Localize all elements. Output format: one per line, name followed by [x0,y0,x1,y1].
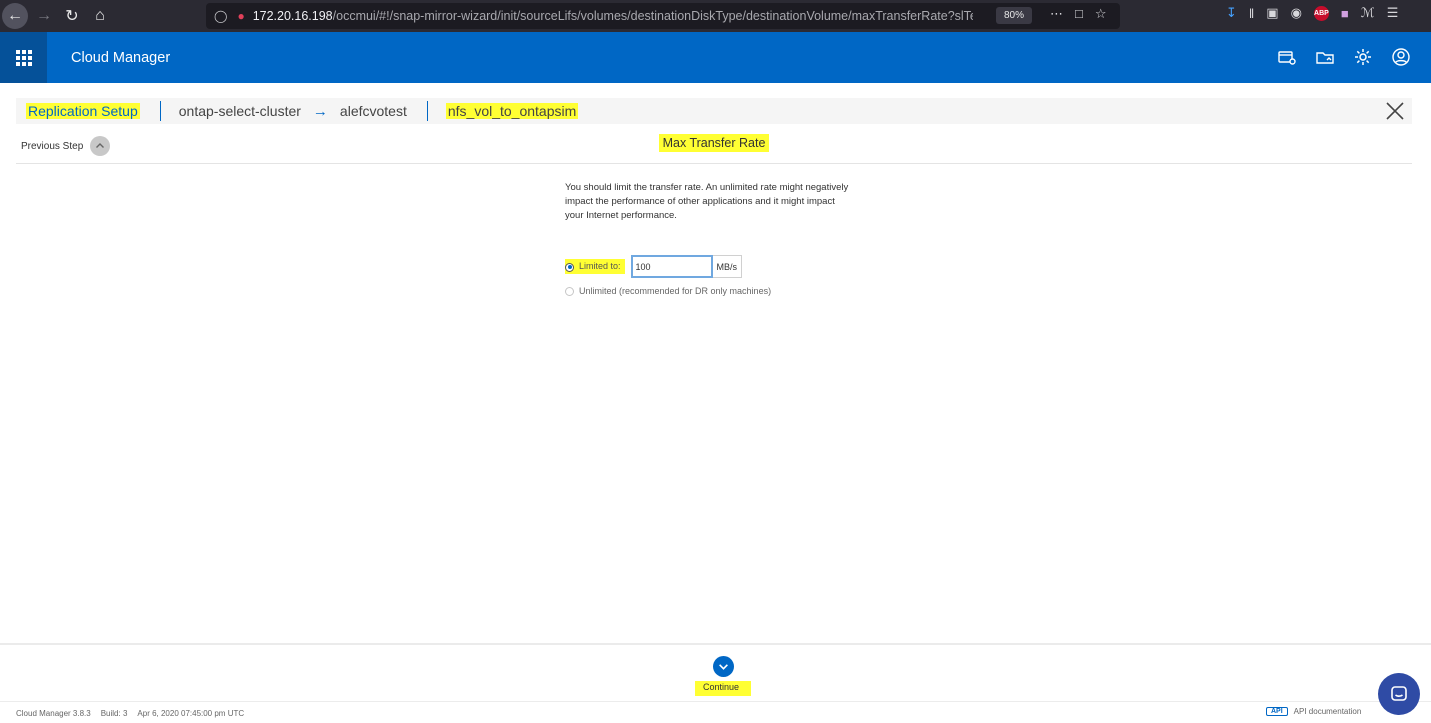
adblock-icon[interactable]: ABP [1313,5,1329,21]
home-button[interactable]: ⌂ [86,0,114,32]
continue-button[interactable]: Continue [684,656,762,696]
pocket-icon[interactable]: □ [1075,6,1083,22]
back-button[interactable]: ← [0,0,30,32]
extension-icon[interactable]: ■ [1341,6,1349,21]
version-text: Cloud Manager 3.8.3 [16,709,91,718]
api-documentation-label: API documentation [1293,707,1362,716]
unlimited-label[interactable]: Unlimited (recommended for DR only machi… [579,286,771,296]
app-header: Cloud Manager [0,32,1431,83]
arrow-left-icon: ← [2,3,28,29]
build-text: Build: 3 [100,709,128,718]
replication-arrow-icon: → [312,102,328,120]
bookmark-star-icon[interactable]: ☆ [1095,6,1107,22]
page-actions: ⋯ □ ☆ [1050,6,1107,22]
breadcrumb-volume: nfs_vol_to_ontapsim [445,103,579,119]
status-bar: Cloud Manager 3.8.3 Build: 3 Apr 6, 2020… [0,701,1431,723]
limited-label: Limited to: [579,261,621,272]
tracking-shield-icon[interactable]: ◯ [214,9,227,23]
app-launcher-button[interactable] [0,32,47,83]
gear-icon[interactable] [1353,47,1373,67]
app-title: Cloud Manager [71,49,171,66]
chevron-down-icon [712,656,734,677]
user-account-icon[interactable] [1391,47,1411,67]
replication-breadcrumb: Replication Setup ontap-select-cluster →… [16,98,1412,124]
version-info: Cloud Manager 3.8.3 Build: 3 Apr 6, 2020… [16,709,244,718]
reload-button[interactable]: ↻ [58,0,86,32]
header-actions [1277,47,1411,67]
wizard-footer: Continue [0,643,1431,701]
zoom-level-badge[interactable]: 80% [996,7,1033,24]
chat-icon [1391,686,1407,701]
url-path: /occmui/#!/snap-mirror-wizard/init/sourc… [332,9,973,23]
home-icon: ⌂ [95,7,105,24]
unlimited-radio[interactable] [565,286,574,296]
api-badge: API [1266,707,1288,716]
wizard-step-header: Previous Step Max Transfer Rate [16,130,1412,164]
api-documentation-link[interactable]: API API documentation [1266,707,1361,716]
limited-option-label-group[interactable]: Limited to: [565,259,625,274]
more-actions-icon[interactable]: ⋯ [1050,6,1063,22]
timeline-icon[interactable] [1315,47,1335,67]
unlimited-option: Unlimited (recommended for DR only machi… [565,286,855,296]
breadcrumb-destination: alefcvotest [339,103,407,119]
page-title: Max Transfer Rate [16,134,1412,152]
grid-icon [15,49,32,66]
profile-switch-icon[interactable]: ℳ [1361,5,1375,21]
working-environment-settings-icon[interactable] [1277,47,1297,67]
continue-label: Continue [694,681,752,696]
build-date: Apr 6, 2020 07:45:00 pm UTC [137,709,245,718]
transfer-rate-description: You should limit the transfer rate. An u… [565,182,849,221]
transfer-rate-form: You should limit the transfer rate. An u… [565,181,855,296]
chat-support-button[interactable] [1378,673,1420,715]
breadcrumb-replication-setup: Replication Setup [26,103,140,119]
reload-icon: ↻ [65,8,79,25]
address-bar[interactable]: ◯ ● 172.20.16.198 /occmui/#!/snap-mirror… [206,3,1120,29]
insecure-lock-icon[interactable]: ● [237,9,244,23]
menu-icon[interactable]: ☰ [1387,5,1399,21]
browser-extensions: ↧ ‖ ▣ ◉ ABP ■ ℳ ☰ [1226,5,1398,21]
download-icon[interactable]: ↧ [1226,5,1237,21]
transfer-rate-input[interactable] [630,255,713,278]
limited-option: Limited to: MB/s [565,255,855,278]
forward-button[interactable]: → [30,0,58,32]
breadcrumb-source-cluster: ontap-select-cluster [178,103,301,119]
library-icon[interactable]: ‖ [1249,6,1254,21]
close-icon[interactable] [1384,100,1406,122]
transfer-rate-unit: MB/s [712,255,743,278]
url-host: 172.20.16.198 [252,9,333,23]
account-icon[interactable]: ◉ [1291,5,1302,21]
sidebar-icon[interactable]: ▣ [1266,5,1278,21]
breadcrumb-divider [426,101,428,121]
limited-radio[interactable] [565,262,574,272]
arrow-right-icon: → [36,7,52,24]
breadcrumb-divider [159,101,161,121]
